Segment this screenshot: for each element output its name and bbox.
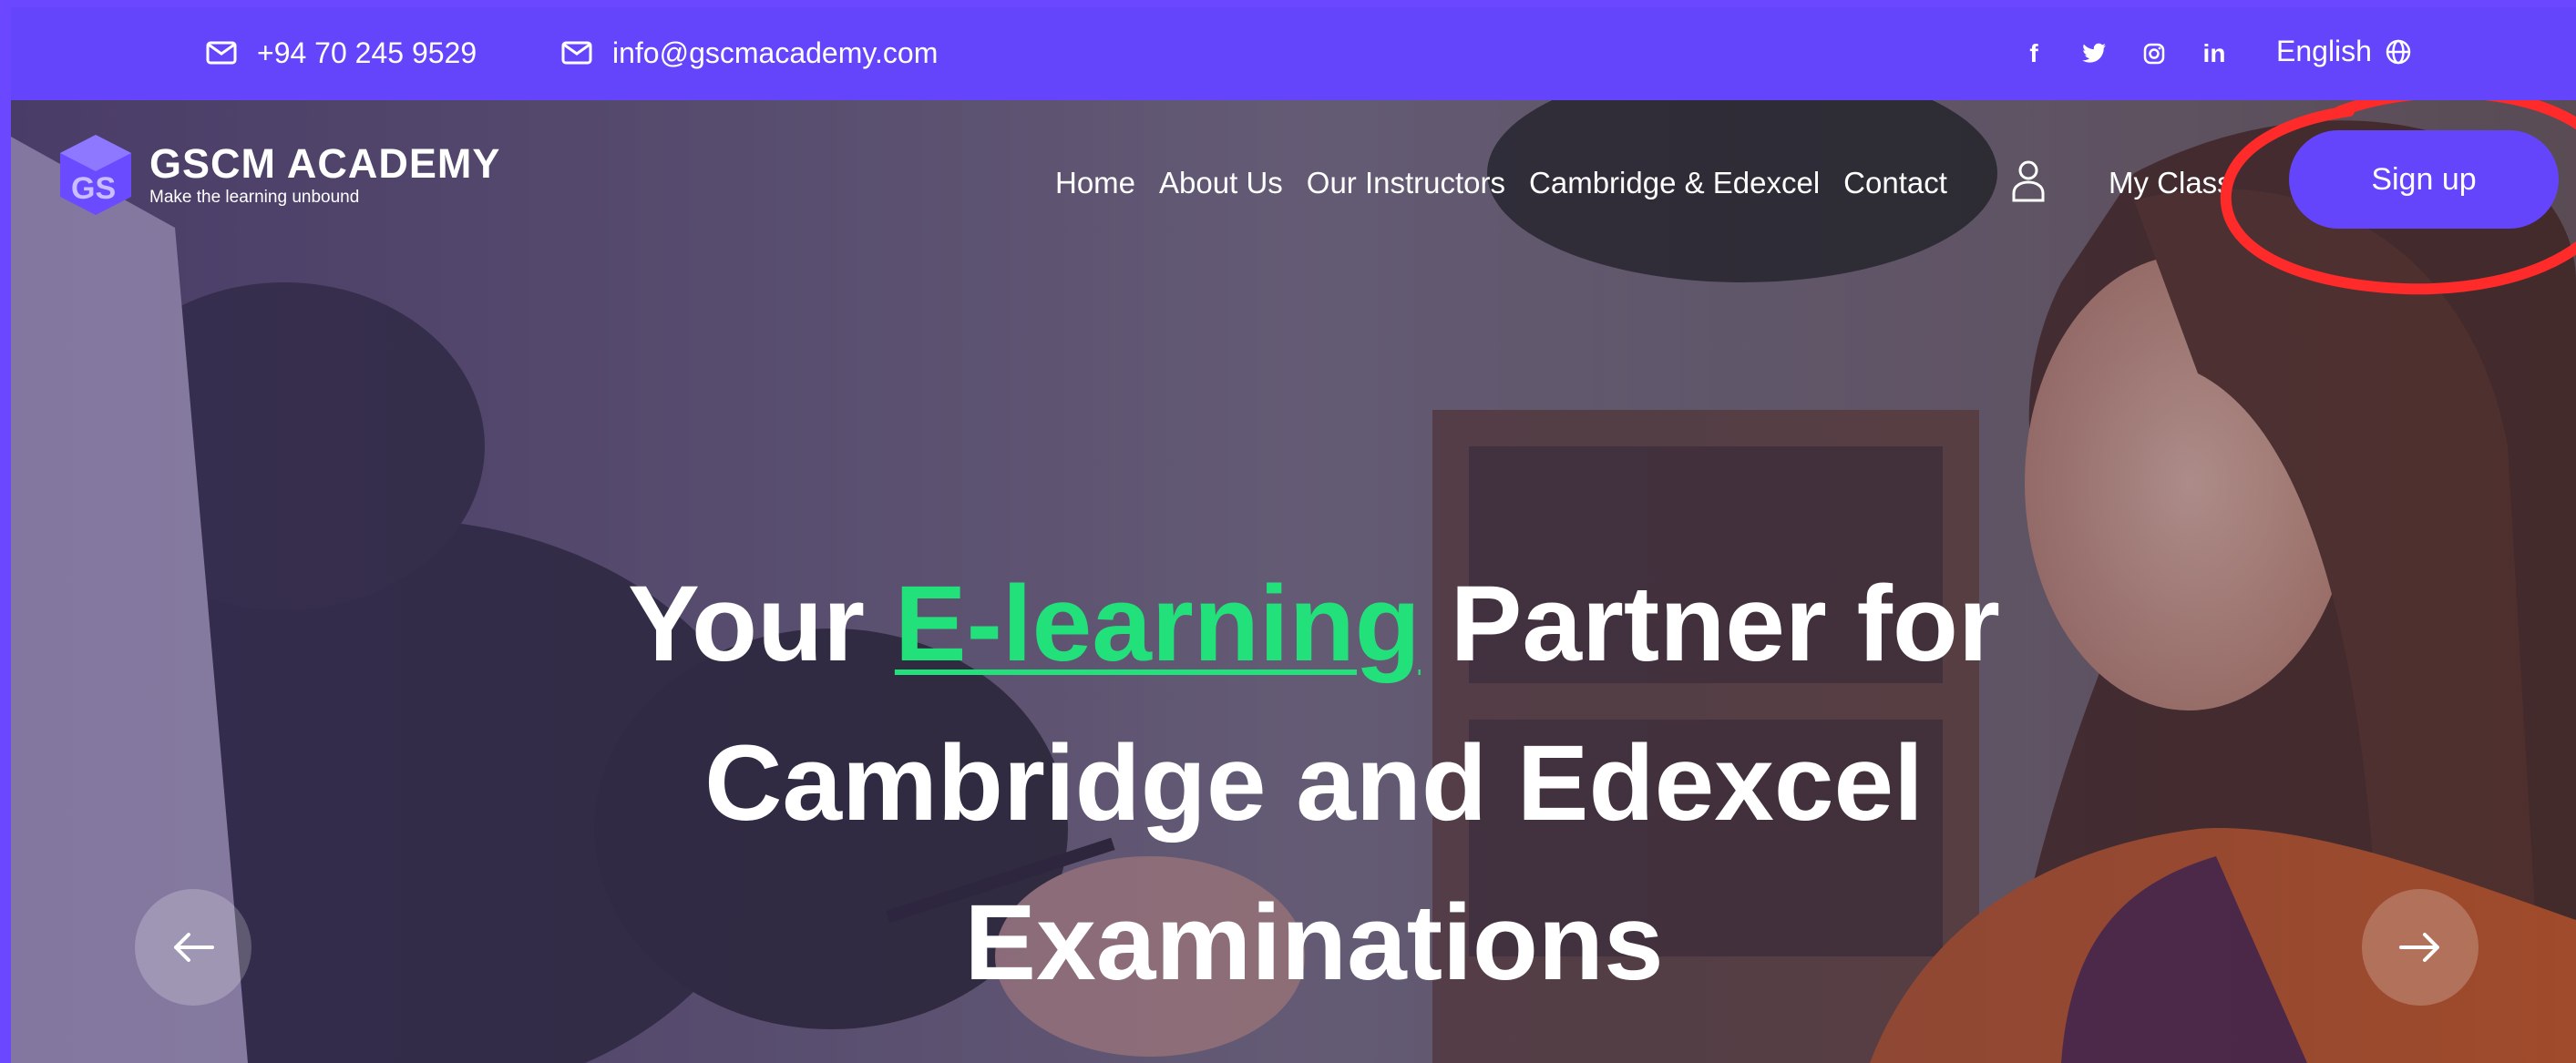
nav-cambridge-edexcel[interactable]: Cambridge & Edexcel	[1529, 166, 1820, 200]
headline-accent: E-learning	[894, 564, 1421, 684]
facebook-icon[interactable]: f	[2016, 39, 2052, 67]
mail-icon	[206, 41, 237, 65]
arrow-right-icon	[2399, 933, 2439, 962]
nav-contact[interactable]: Contact	[1843, 166, 1947, 200]
language-selector[interactable]: English	[2276, 35, 2412, 68]
hero-headline: Your E-learning Partner for Cambridge an…	[521, 545, 2107, 1023]
email-link[interactable]: info@gscmacademy.com	[561, 35, 938, 71]
main-nav: Home About Us Our Instructors Cambridge …	[1055, 166, 1971, 200]
hero-section: GS GSCM ACADEMY Make the learning unboun…	[11, 100, 2576, 1063]
carousel-prev-button[interactable]	[135, 889, 251, 1006]
phone-number: +94 70 245 9529	[257, 36, 477, 69]
language-label: English	[2276, 35, 2372, 67]
twitter-icon[interactable]	[2076, 40, 2112, 67]
phone-link[interactable]: +94 70 245 9529	[206, 35, 477, 71]
brand-name: GSCM ACADEMY	[149, 140, 501, 187]
social-links: f in	[2016, 39, 2256, 67]
my-class-link[interactable]: My Class	[2109, 166, 2232, 200]
top-contact-bar: +94 70 245 9529 info@gscmacademy.com f i…	[11, 7, 2576, 100]
carousel-next-button[interactable]	[2362, 889, 2479, 1006]
brand-tagline: Make the learning unbound	[149, 188, 360, 207]
signup-button[interactable]: Sign up	[2289, 130, 2559, 229]
headline-before: Your	[628, 564, 895, 684]
svg-text:GS: GS	[71, 171, 116, 206]
nav-about-us[interactable]: About Us	[1159, 166, 1283, 200]
gs-logo-icon: GS	[60, 135, 131, 215]
linkedin-icon[interactable]: in	[2196, 39, 2232, 67]
browser-viewport: +94 70 245 9529 info@gscmacademy.com f i…	[11, 7, 2576, 1063]
user-icon[interactable]	[2008, 158, 2048, 204]
brand-logo[interactable]: GS GSCM ACADEMY Make the learning unboun…	[58, 133, 500, 217]
arrow-left-icon	[174, 933, 214, 962]
globe-icon	[2386, 39, 2411, 64]
email-address: info@gscmacademy.com	[612, 36, 939, 69]
nav-home[interactable]: Home	[1055, 166, 1135, 200]
nav-our-instructors[interactable]: Our Instructors	[1307, 166, 1505, 200]
mail-icon	[561, 41, 592, 65]
instagram-icon[interactable]	[2136, 40, 2172, 67]
